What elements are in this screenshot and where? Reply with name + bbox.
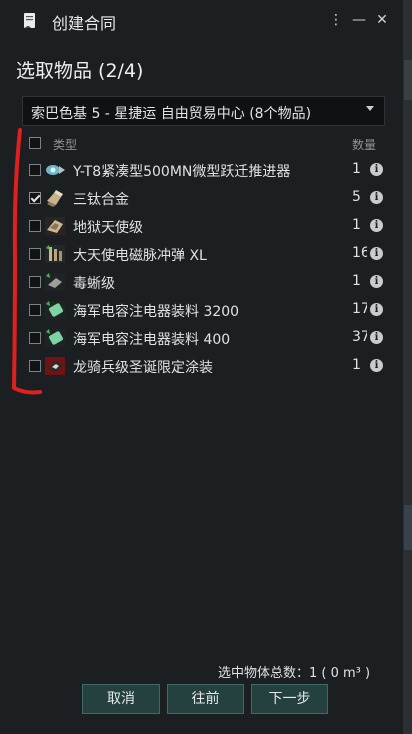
chevron-down-icon — [366, 106, 374, 111]
list-header: 类型 数量 — [22, 134, 385, 154]
item-checkbox[interactable] — [29, 332, 41, 344]
item-quantity: 5 — [352, 189, 361, 205]
item-name: 龙骑兵级圣诞限定涂装 — [73, 360, 213, 376]
microwarpdrive-icon — [46, 165, 65, 175]
item-quantity: 1 — [352, 357, 361, 373]
kebab-menu-icon[interactable]: ⋮ — [327, 11, 345, 29]
step-heading: 选取物品 (2/4) — [16, 60, 144, 82]
minimize-icon[interactable]: — — [350, 11, 368, 29]
tritanium-icon — [47, 190, 63, 207]
item-name: 毒蜥级 — [73, 276, 115, 292]
background-window-edge — [404, 0, 412, 734]
title-bar: 创建合同 ⋮ — ✕ — [0, 0, 404, 42]
list-item[interactable]: 地狱天使级 1 i — [22, 212, 385, 240]
background-panel — [404, 60, 412, 100]
item-checkbox[interactable] — [29, 360, 41, 372]
info-icon[interactable]: i — [370, 359, 383, 372]
info-icon[interactable]: i — [370, 247, 383, 260]
cancel-button[interactable]: 取消 — [82, 684, 160, 714]
column-header-type[interactable]: 类型 — [53, 136, 77, 153]
item-checkbox[interactable] — [29, 192, 41, 204]
ship-icon — [45, 273, 65, 291]
item-checkbox[interactable] — [29, 248, 41, 260]
select-all-checkbox[interactable] — [29, 137, 41, 149]
item-quantity: 17 — [352, 301, 367, 317]
next-button[interactable]: 下一步 — [251, 684, 328, 714]
list-item[interactable]: Y-T8紧凑型500MN微型跃迁推进器 1 i — [22, 156, 385, 184]
list-item[interactable]: 三钛合金 5 i — [22, 184, 385, 212]
list-item[interactable]: 大天使电磁脉冲弹 XL 16 i — [22, 240, 385, 268]
selection-summary: 选中物体总数：1 ( 0 m³ ) — [218, 666, 371, 681]
list-item[interactable]: 龙骑兵级圣诞限定涂装 1 i — [22, 352, 385, 380]
close-icon[interactable]: ✕ — [373, 11, 391, 29]
list-item[interactable]: 毒蜥级 1 i — [22, 268, 385, 296]
info-icon[interactable]: i — [370, 219, 383, 232]
item-checkbox[interactable] — [29, 304, 41, 316]
cap-booster-icon — [45, 329, 65, 347]
ammo-icon — [45, 245, 65, 263]
info-icon[interactable]: i — [370, 191, 383, 204]
info-icon[interactable]: i — [370, 163, 383, 176]
window-title: 创建合同 — [52, 14, 117, 33]
cap-booster-icon — [45, 301, 65, 319]
location-dropdown[interactable]: 索巴色基 5 - 星捷运 自由贸易中心 (8个物品) — [22, 96, 385, 126]
item-quantity: 1 — [352, 161, 361, 177]
item-checkbox[interactable] — [29, 276, 41, 288]
back-button[interactable]: 往前 — [167, 684, 244, 714]
ship-icon — [45, 217, 65, 235]
item-quantity: 16 — [352, 245, 367, 261]
item-checkbox[interactable] — [29, 164, 41, 176]
list-item[interactable]: 海军电容注电器装料 400 37 i — [22, 324, 385, 352]
item-name: 海军电容注电器装料 400 — [73, 332, 231, 348]
column-header-quantity[interactable]: 数量 — [352, 136, 376, 153]
item-name: Y-T8紧凑型500MN微型跃迁推进器 — [73, 164, 291, 180]
item-quantity: 37 — [352, 329, 367, 345]
item-name: 三钛合金 — [73, 192, 129, 208]
contract-icon — [24, 13, 35, 28]
list-item[interactable]: 海军电容注电器装料 3200 17 i — [22, 296, 385, 324]
info-icon[interactable]: i — [370, 275, 383, 288]
skin-icon — [45, 357, 65, 375]
item-name: 大天使电磁脉冲弹 XL — [73, 248, 207, 264]
background-panel — [404, 505, 412, 550]
item-name: 地狱天使级 — [73, 220, 143, 236]
create-contract-window: 创建合同 ⋮ — ✕ 选取物品 (2/4) 索巴色基 5 - 星捷运 自由贸易中… — [0, 0, 404, 734]
info-icon[interactable]: i — [370, 331, 383, 344]
location-dropdown-value: 索巴色基 5 - 星捷运 自由贸易中心 (8个物品) — [31, 106, 312, 122]
item-quantity: 1 — [352, 273, 361, 289]
item-name: 海军电容注电器装料 3200 — [73, 304, 240, 320]
item-quantity: 1 — [352, 217, 361, 233]
item-checkbox[interactable] — [29, 220, 41, 232]
info-icon[interactable]: i — [370, 303, 383, 316]
